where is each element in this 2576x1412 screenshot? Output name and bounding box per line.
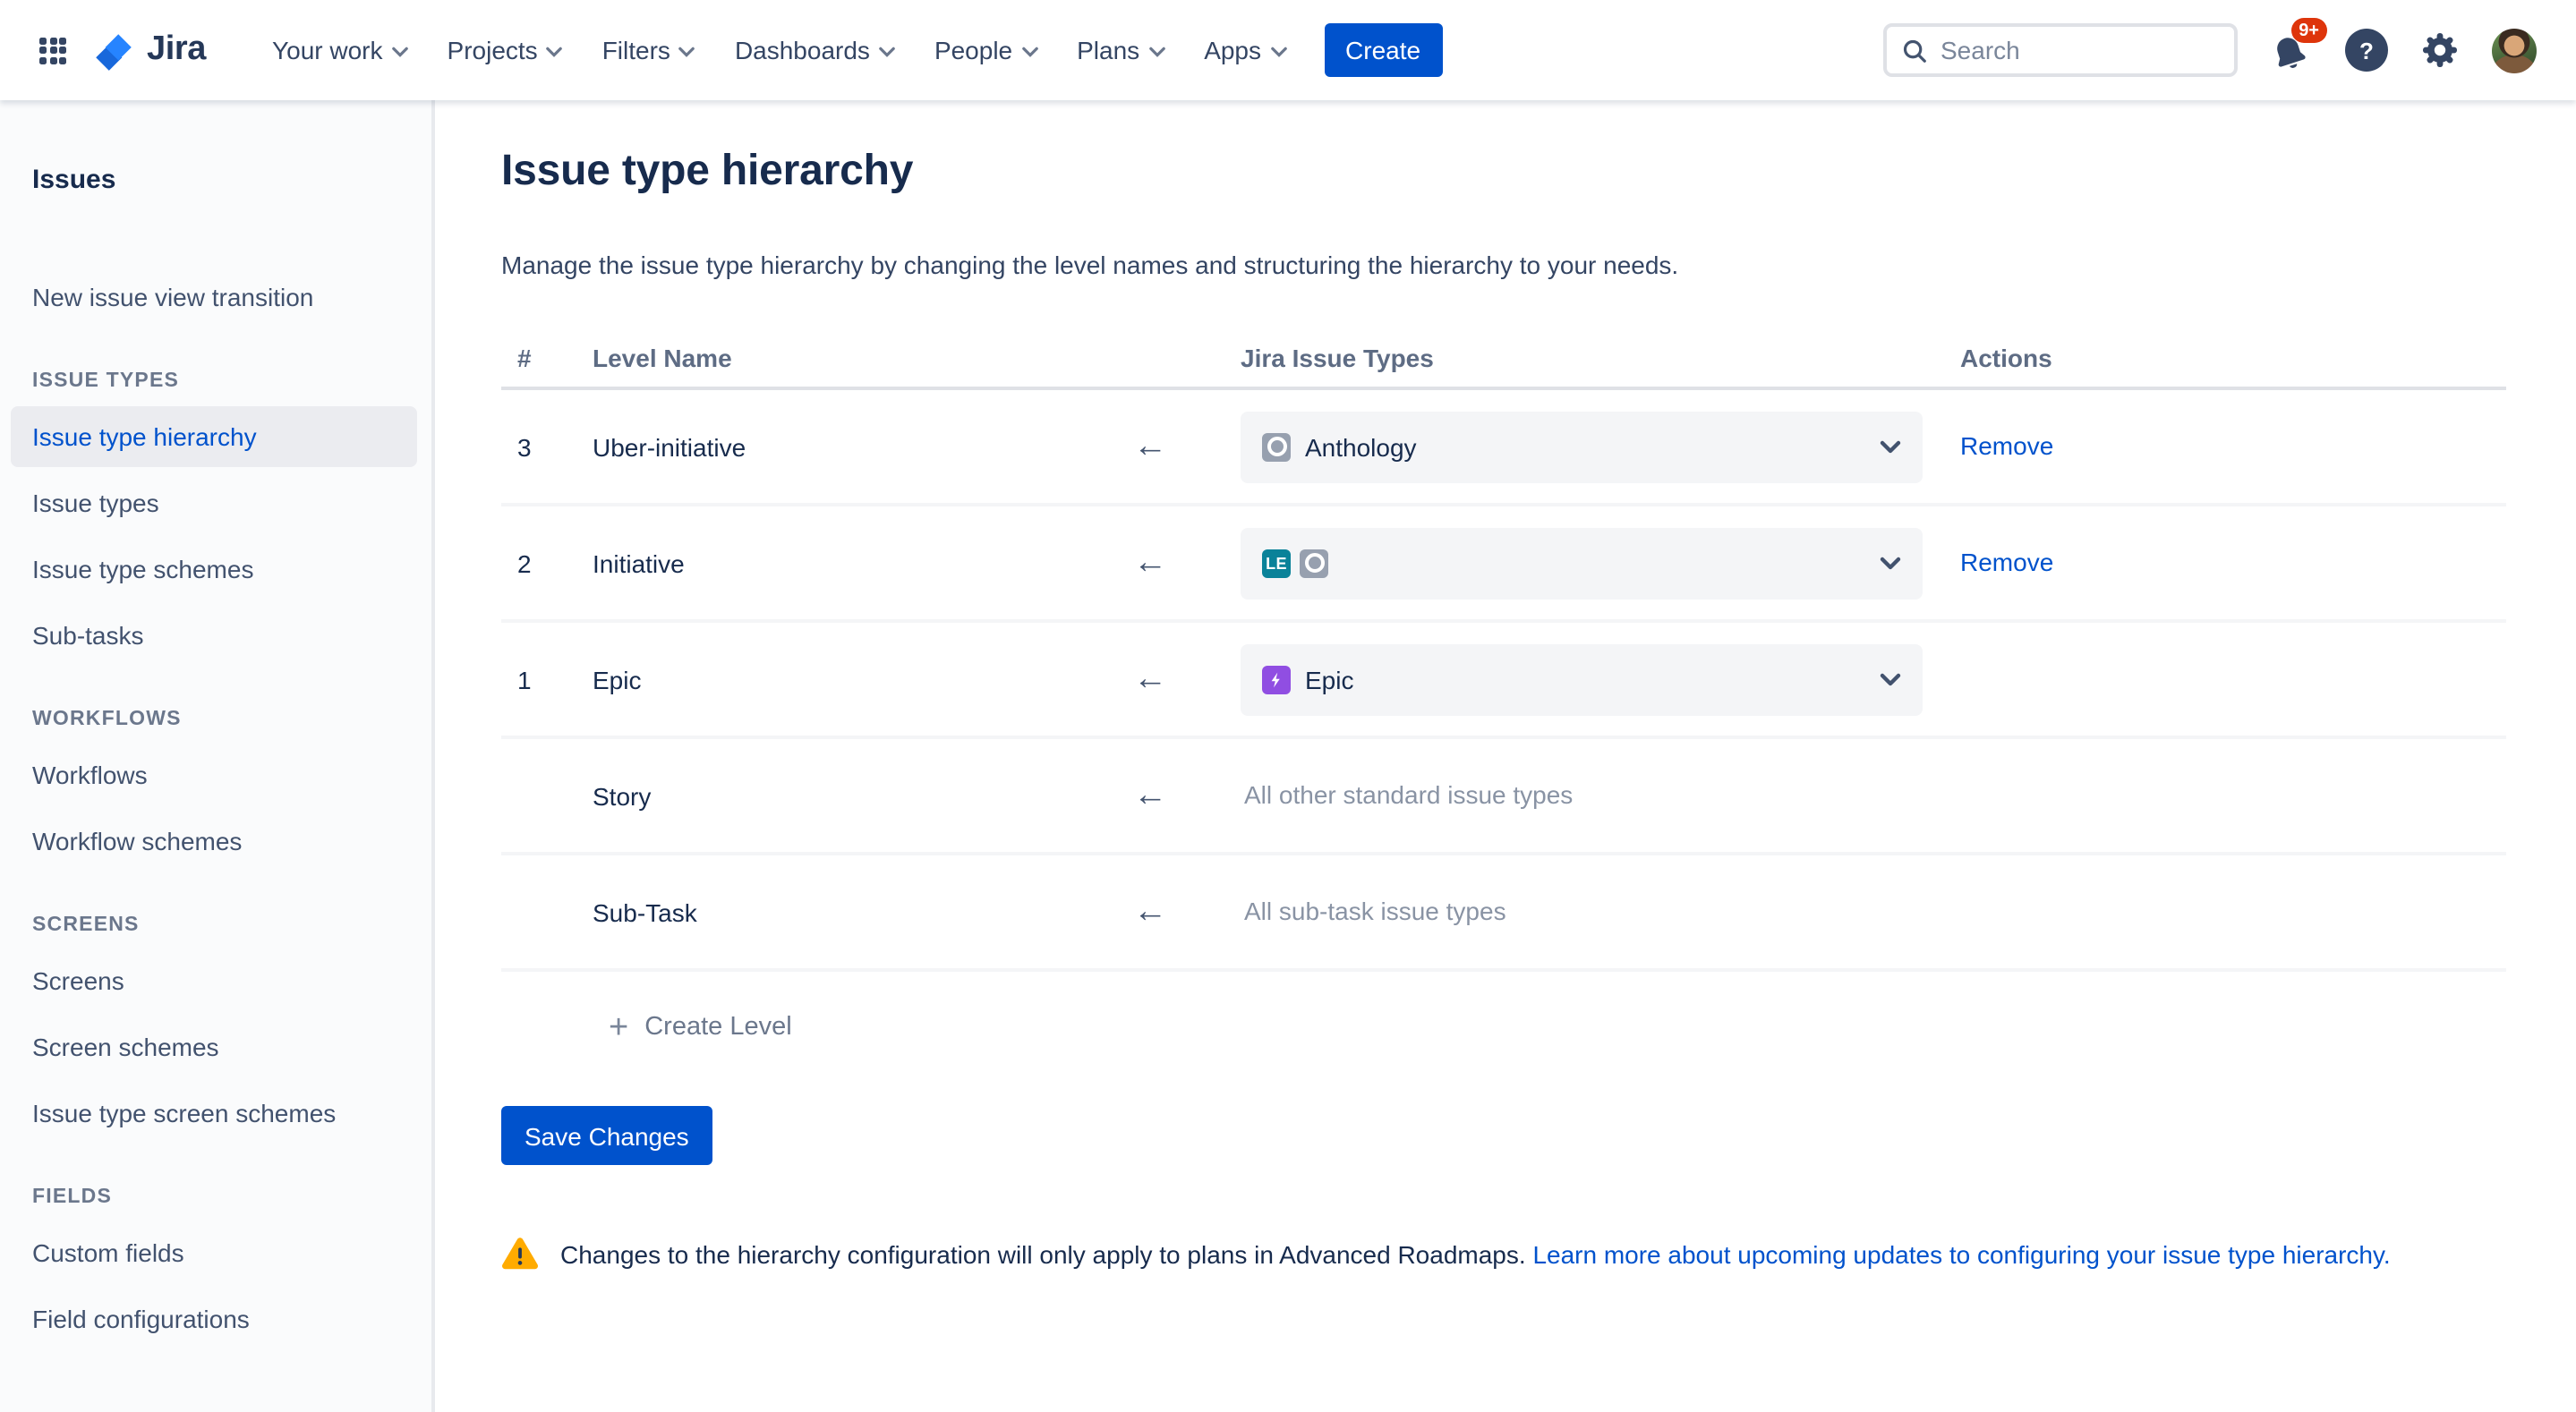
epic-issue-type-icon [1262,665,1291,693]
chevron-down-icon [392,46,408,56]
sidebar-item-sub-tasks[interactable]: Sub-tasks [11,605,417,666]
product-name: Jira [147,30,206,70]
issue-type-icon-ring [1262,432,1291,461]
app-switcher-icon[interactable] [39,37,66,64]
column-header-jira-issue-types: Jira Issue Types [1241,344,1942,372]
level-name: Story [593,781,1133,810]
warning-icon [501,1237,539,1271]
chevron-down-icon [1021,46,1037,56]
dropdown-value: Epic [1305,665,1353,693]
chevron-down-icon [1270,46,1286,56]
sidebar-item-issue-types[interactable]: Issue types [11,472,417,533]
chevron-down-icon [547,46,563,56]
nav-people[interactable]: People [915,21,1057,79]
sidebar-item-issue-type-screen-schemes[interactable]: Issue type screen schemes [11,1083,417,1144]
search-icon [1901,37,1928,64]
chevron-down-icon [1880,672,1901,686]
remove-level-link[interactable]: Remove [1960,430,2053,459]
warning-message: Changes to the hierarchy configuration w… [501,1237,2506,1272]
chevron-down-icon [1880,439,1901,454]
create-button[interactable]: Create [1324,23,1442,77]
arrow-left-icon: ← [1133,662,1241,696]
table-row-level-2: 2 Initiative ← LE Remove [501,506,2506,623]
jira-logo[interactable]: Jira [91,28,206,72]
nav-your-work[interactable]: Your work [252,21,428,79]
notifications-button[interactable]: 9+ [2268,23,2315,77]
sidebar-item-issue-type-schemes[interactable]: Issue type schemes [11,539,417,600]
level-name: Initiative [593,549,1133,577]
table-row-sub-task: Sub-Task ← All sub-task issue types [501,855,2506,972]
main-content: Issue type hierarchy Manage the issue ty… [439,100,2576,1412]
arrow-left-icon: ← [1133,778,1241,812]
dropdown-value: Anthology [1305,432,1417,461]
chevron-down-icon [1148,46,1164,56]
jira-logo-icon [91,28,136,72]
sidebar-item-new-issue-view-transition[interactable]: New issue view transition [11,267,417,327]
issue-types-dropdown[interactable]: Epic [1241,643,1923,715]
create-level-row: + Create Level [501,972,2506,1083]
create-level-button[interactable]: + Create Level [609,1010,792,1044]
column-header-level-name: Level Name [593,344,1133,372]
level-number: 1 [501,665,593,693]
topbar-utilities: 9+ ? [1883,23,2537,77]
nav-apps[interactable]: Apps [1184,21,1306,79]
sidebar-item-screen-schemes[interactable]: Screen schemes [11,1016,417,1077]
sidebar-item-workflow-schemes[interactable]: Workflow schemes [11,811,417,872]
issue-types-placeholder: All other standard issue types [1241,779,1573,808]
issue-types-dropdown[interactable]: Anthology [1241,411,1923,482]
nav-filters[interactable]: Filters [583,21,715,79]
issue-type-icon-le: LE [1262,549,1291,577]
level-name: Uber-initiative [593,432,1133,461]
chevron-down-icon [679,46,695,56]
learn-more-link[interactable]: Learn more about upcoming updates to con… [1532,1240,2390,1269]
hierarchy-table: # Level Name Jira Issue Types Actions 3 … [501,329,2506,1083]
sidebar-section-issue-types: ISSUE TYPES [32,370,414,392]
sidebar-item-custom-fields[interactable]: Custom fields [11,1222,417,1283]
arrow-left-icon: ← [1133,895,1241,929]
sidebar-item-field-configurations[interactable]: Field configurations [11,1289,417,1349]
sidebar-item-screens[interactable]: Screens [11,950,417,1011]
save-changes-button[interactable]: Save Changes [501,1106,712,1165]
chevron-down-icon [1880,556,1901,570]
notification-count-badge: 9+ [2290,18,2327,43]
nav-projects[interactable]: Projects [428,21,583,79]
plus-icon: + [609,1010,628,1044]
nav-plans[interactable]: Plans [1057,21,1184,79]
sidebar-section-workflows: WORKFLOWS [32,709,414,730]
issue-type-icon-ring [1300,549,1328,577]
remove-level-link[interactable]: Remove [1960,547,2053,575]
table-row-level-1: 1 Epic ← Epic [501,623,2506,739]
help-icon[interactable]: ? [2345,29,2388,72]
settings-sidebar: Issues New issue view transition ISSUE T… [0,100,435,1412]
arrow-left-icon: ← [1133,430,1241,464]
table-row-level-3: 3 Uber-initiative ← Anthology Remove [501,390,2506,506]
search-input[interactable] [1941,36,2191,64]
global-search[interactable] [1883,23,2238,77]
level-number: 2 [501,549,593,577]
warning-text: Changes to the hierarchy configuration w… [560,1240,1526,1269]
column-header-number: # [501,344,593,372]
level-name: Sub-Task [593,897,1133,926]
sidebar-section-screens: SCREENS [32,914,414,936]
page-title: Issue type hierarchy [501,147,2506,197]
level-name: Epic [593,665,1133,693]
user-avatar[interactable] [2492,28,2537,72]
column-header-actions: Actions [1942,344,2506,372]
sidebar-item-workflows[interactable]: Workflows [11,744,417,805]
table-header-row: # Level Name Jira Issue Types Actions [501,329,2506,390]
page-description: Manage the issue type hierarchy by chang… [501,247,2506,283]
sidebar-section-fields: FIELDS [32,1187,414,1208]
settings-gear-icon[interactable] [2418,29,2461,72]
chevron-down-icon [879,46,895,56]
sidebar-item-issue-type-hierarchy[interactable]: Issue type hierarchy [11,406,417,467]
jira-admin-page: Jira Your work Projects Filters Dashboar… [0,0,2576,1412]
table-row-story: Story ← All other standard issue types [501,739,2506,855]
arrow-left-icon: ← [1133,546,1241,580]
sidebar-title: Issues [32,165,414,195]
issue-types-dropdown[interactable]: LE [1241,527,1923,599]
top-navigation-bar: Jira Your work Projects Filters Dashboar… [0,0,2576,100]
level-number: 3 [501,432,593,461]
issue-types-placeholder: All sub-task issue types [1241,896,1506,924]
nav-dashboards[interactable]: Dashboards [715,21,915,79]
